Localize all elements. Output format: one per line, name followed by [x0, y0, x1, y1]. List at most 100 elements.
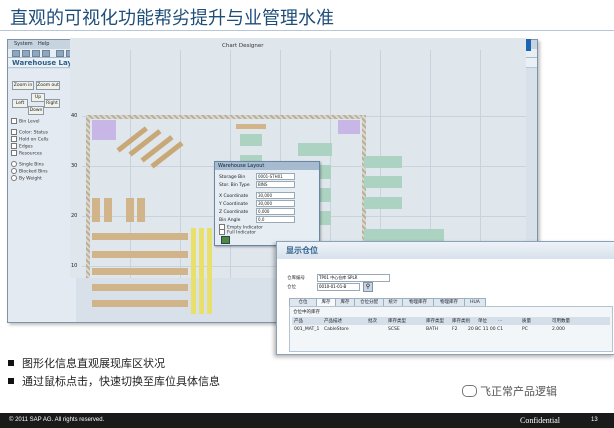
display-bin-window: 显示仓位 仓库编号 TP01 中心仓库 SPLR 仓位 0010-01-01-B…: [276, 241, 614, 355]
table-section-label: 仓位中的库存: [293, 310, 320, 315]
bullet-item: 图形化信息直观展现库区状况: [5, 355, 220, 373]
checkbox-icon: [11, 129, 17, 135]
warehouse-label: 仓库编号: [287, 276, 305, 281]
field-bin-angle: Bin Angle 0,0: [219, 216, 295, 223]
storage-bin[interactable]: [364, 176, 402, 188]
menu-help[interactable]: Help: [38, 41, 49, 47]
bin-angle-value[interactable]: 0,0: [256, 216, 295, 223]
window-header: [277, 242, 614, 259]
storage-bin[interactable]: [364, 197, 402, 209]
bin-field[interactable]: 0010-01-01-B: [317, 283, 360, 291]
rack[interactable]: [236, 124, 266, 129]
chart-title: Chart Designer: [222, 43, 264, 49]
checkbox-edges[interactable]: Edges: [11, 143, 33, 150]
bullet-item: 通过鼠标点击，快速切换至库位具体信息: [5, 373, 220, 391]
warehouse-field[interactable]: TP01 中心仓库 SPLR: [317, 274, 390, 282]
storage-bin[interactable]: [240, 134, 262, 146]
storage-bin-value[interactable]: 0001-STH01: [256, 173, 295, 180]
footer-bar: © 2011 SAP AG. All rights reserved. Conf…: [0, 413, 614, 428]
checkbox-full-indicator[interactable]: Full Indicator: [219, 229, 256, 236]
checkbox-icon: [11, 136, 17, 142]
slide-title: 直观的可视化功能帮劣提升与业管理水准: [10, 8, 334, 29]
cancel-icon[interactable]: [42, 50, 50, 57]
table-cell: 2.000: [552, 327, 565, 332]
y-coordinate-value[interactable]: 30,000: [256, 200, 295, 207]
table-cell: 001_MAT_1: [294, 327, 320, 332]
left-control-panel: Zoom in Zoom out Up Left Right Down Bin …: [8, 69, 76, 322]
z-coordinate-value[interactable]: 0,000: [256, 208, 295, 215]
right-button[interactable]: Right: [44, 99, 60, 108]
rack-row[interactable]: [92, 233, 188, 240]
column-header: 库存类型: [388, 319, 406, 324]
radio-icon: [11, 175, 17, 181]
grid-line: [130, 50, 131, 278]
table-cell: BATH: [426, 327, 438, 332]
radio-single-bins[interactable]: Single Bins: [11, 161, 44, 168]
wechat-icon: [462, 385, 477, 397]
dialog-title: Warehouse Layout: [215, 162, 319, 170]
column-header: ...: [498, 318, 503, 323]
down-button[interactable]: Down: [28, 106, 44, 115]
storage-bin[interactable]: [298, 143, 332, 156]
bullet-square-icon: [8, 378, 14, 384]
aisle-marker: [207, 228, 212, 314]
column-header: 批次: [368, 319, 377, 324]
column-header: 产品: [294, 319, 303, 324]
rack[interactable]: [92, 198, 100, 222]
rack[interactable]: [137, 198, 145, 222]
rack-row[interactable]: [92, 284, 188, 291]
aisle-marker: [199, 228, 204, 314]
column-header: 质量: [522, 319, 531, 324]
back-icon[interactable]: [22, 50, 30, 57]
zoom-out-button[interactable]: Zoom out: [36, 81, 60, 90]
left-button[interactable]: Left: [12, 99, 28, 108]
search-icon[interactable]: ⚲: [363, 282, 373, 292]
tab-strip: 仓位 库存 库存 仓位分配 统计 物理库存 物理库存 HUA: [289, 298, 614, 307]
bin-detail-dialog: Warehouse Layout Storage Bin 0001-STH01 S…: [214, 161, 320, 246]
field-y-coordinate: Y Coordinate 30,000: [219, 200, 295, 207]
exit-icon[interactable]: [32, 50, 40, 57]
y-tick-label: 30: [71, 163, 78, 169]
checkbox-color-status[interactable]: Color: Status: [11, 129, 48, 136]
zoom-in-button[interactable]: Zoom in: [12, 81, 34, 90]
checkbox-icon: [219, 229, 225, 235]
rack[interactable]: [104, 198, 112, 222]
table-cell: CableStore: [324, 327, 349, 332]
table-cell: SCSE: [388, 327, 400, 332]
aisle-marker: [191, 228, 196, 314]
confirm-icon[interactable]: [221, 236, 230, 244]
table-cell: 20 BC 11 00 C1: [468, 327, 504, 332]
menu-system[interactable]: System: [14, 41, 33, 47]
area-block[interactable]: [338, 120, 360, 134]
copyright: © 2011 SAP AG. All rights reserved.: [9, 417, 105, 423]
print-icon[interactable]: [56, 50, 64, 57]
bullet-square-icon: [8, 360, 14, 366]
rack-row[interactable]: [92, 300, 188, 307]
checkbox-hold-on-cells[interactable]: Hold on Cells: [11, 136, 48, 143]
bin-type-value[interactable]: BINS: [256, 181, 295, 188]
table-cell: F2: [452, 327, 458, 332]
checkbox-bin-level[interactable]: Bin Level: [11, 118, 40, 125]
storage-bin[interactable]: [364, 156, 402, 168]
checkbox-resources[interactable]: Resources: [11, 150, 42, 157]
field-z-coordinate: Z Coordinate 0,000: [219, 208, 295, 215]
y-tick-label: 10: [71, 263, 78, 269]
wall-top: [86, 115, 366, 119]
rack-row[interactable]: [92, 268, 188, 275]
stock-table: 仓位中的库存 产品 产品描述 批次 库存类型 库存类型 库存类别 单位 ... …: [289, 306, 613, 352]
column-header: 可用数量: [552, 319, 570, 324]
grid-line: [180, 50, 181, 278]
x-coordinate-value[interactable]: 30,000: [256, 192, 295, 199]
radio-icon: [11, 161, 17, 167]
bullet-list: 图形化信息直观展现库区状况 通过鼠标点击，快速切换至库位具体信息: [5, 355, 220, 391]
rack[interactable]: [126, 198, 134, 222]
radio-blocked-bins[interactable]: Blocked Bins: [11, 168, 48, 175]
area-block[interactable]: [92, 120, 116, 140]
rack-row[interactable]: [92, 251, 188, 258]
save-icon[interactable]: [12, 50, 20, 57]
radio-by-weight[interactable]: By Weight: [11, 175, 42, 182]
field-storage-bin: Storage Bin 0001-STH01: [219, 173, 295, 180]
field-bin-type: Stor. Bin Type BINS: [219, 181, 295, 188]
up-button[interactable]: Up: [31, 93, 45, 102]
bin-label: 仓位: [287, 285, 296, 290]
